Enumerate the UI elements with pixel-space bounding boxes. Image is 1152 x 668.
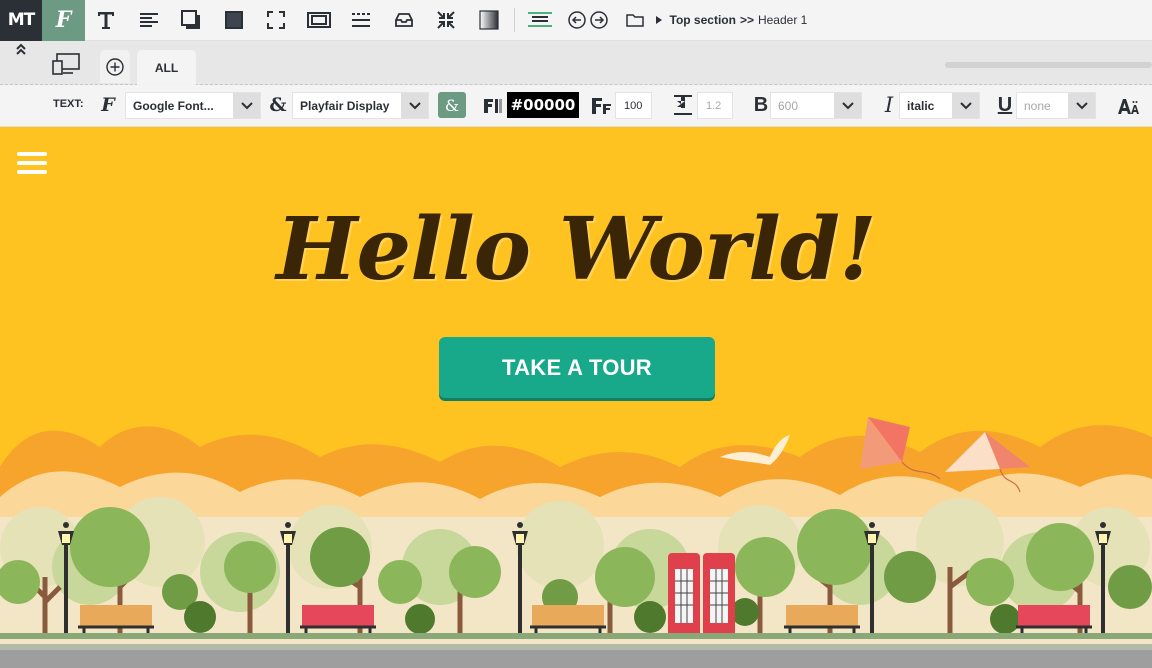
tab-row: ALL	[0, 41, 1152, 85]
text-tool-button[interactable]	[85, 0, 128, 41]
undo-icon[interactable]	[567, 11, 586, 29]
font-weight-select[interactable]: 600	[770, 92, 862, 119]
tab-all[interactable]: ALL	[137, 50, 196, 85]
chevron-down-icon	[233, 93, 260, 118]
gradient-icon	[479, 10, 499, 30]
devices-icon[interactable]	[52, 53, 80, 75]
folder-icon[interactable]	[625, 13, 644, 27]
text-decoration-select[interactable]: none	[1016, 92, 1096, 119]
chevron-down-icon	[834, 93, 861, 118]
text-transform-icon[interactable]	[1117, 97, 1141, 115]
breadcrumb-separator: >>	[739, 13, 754, 27]
font-size-icon	[592, 98, 611, 114]
underline-icon: U	[997, 93, 1013, 116]
italic-icon: I	[884, 93, 894, 117]
text-properties-bar: TEXT: F Google Font... & Playfair Displa…	[0, 85, 1152, 127]
play-arrow-icon	[655, 16, 662, 24]
background-icon	[224, 11, 243, 29]
font-weight-value: 600	[778, 98, 799, 113]
spacing-icon	[352, 13, 371, 27]
spacing-button[interactable]	[340, 0, 383, 41]
breadcrumb-section[interactable]: Top section	[670, 13, 736, 27]
history-nav	[567, 11, 608, 29]
border-icon	[306, 12, 331, 28]
font-size-input[interactable]: 100	[615, 92, 652, 119]
font-style-value: italic	[907, 98, 935, 113]
shadow-button[interactable]	[170, 0, 213, 41]
font-family-select[interactable]: Playfair Display	[292, 92, 429, 119]
chevron-down-icon	[1068, 93, 1095, 118]
chevron-down-icon	[401, 93, 428, 118]
ampersand-icon: &	[269, 94, 287, 116]
park-illustration	[0, 417, 1152, 668]
breadcrumb: Top section >> Header 1	[625, 13, 807, 27]
line-height-input[interactable]: 1.2	[697, 92, 733, 119]
logo-text: MT	[7, 10, 35, 30]
font-tool-button[interactable]: F	[42, 0, 85, 41]
horizontal-scrollbar[interactable]	[945, 62, 1152, 68]
redo-icon[interactable]	[589, 11, 608, 29]
breadcrumb-item[interactable]: Header 1	[758, 13, 807, 27]
text-color-icon	[484, 99, 502, 113]
hamburger-menu-icon[interactable]	[17, 152, 47, 174]
text-label: TEXT:	[53, 98, 84, 110]
text-color-swatch[interactable]: #00000	[507, 92, 579, 118]
layers-icon	[528, 12, 553, 27]
background-button[interactable]	[213, 0, 256, 41]
font-tool-icon: F	[55, 7, 72, 33]
chevron-down-icon	[952, 93, 979, 118]
add-tab-button[interactable]	[100, 50, 130, 83]
page-canvas: Hello World! TAKE A TOUR	[0, 127, 1152, 668]
font-source-icon: F	[101, 94, 115, 116]
take-a-tour-button[interactable]: TAKE A TOUR	[439, 337, 715, 398]
hero-title[interactable]: Hello World!	[0, 199, 1152, 300]
shadow-icon	[181, 10, 201, 29]
font-source-value: Google Font...	[133, 98, 214, 113]
bold-icon: B	[753, 93, 769, 116]
font-style-select[interactable]: italic	[899, 92, 980, 119]
plus-circle-icon	[106, 57, 124, 76]
image-icon	[394, 13, 413, 27]
fullscreen-button[interactable]	[255, 0, 298, 41]
editor-app: MT F Top section >> Header 1 ALL TEXT: F…	[0, 0, 1152, 668]
main-toolbar: MT F Top section >> Header 1	[0, 0, 1152, 41]
image-button[interactable]	[383, 0, 426, 41]
align-icon	[139, 13, 158, 27]
collapse-button[interactable]	[425, 0, 468, 41]
align-button[interactable]	[128, 0, 171, 41]
line-height-icon	[674, 95, 692, 115]
app-logo[interactable]: MT	[0, 0, 42, 41]
ampersand-icon: &	[444, 95, 460, 115]
text-decoration-value: none	[1024, 98, 1051, 113]
toolbar-divider	[514, 8, 515, 32]
font-preview-button[interactable]: &	[438, 92, 466, 118]
font-family-value: Playfair Display	[300, 98, 390, 113]
gradient-button[interactable]	[468, 0, 511, 41]
border-button[interactable]	[298, 0, 341, 41]
chevron-up-icon[interactable]	[14, 43, 28, 55]
collapse-icon	[437, 11, 455, 29]
fullscreen-icon	[267, 11, 286, 29]
layers-button[interactable]	[519, 0, 562, 41]
text-tool-icon	[98, 12, 115, 29]
font-source-select[interactable]: Google Font...	[125, 92, 261, 119]
